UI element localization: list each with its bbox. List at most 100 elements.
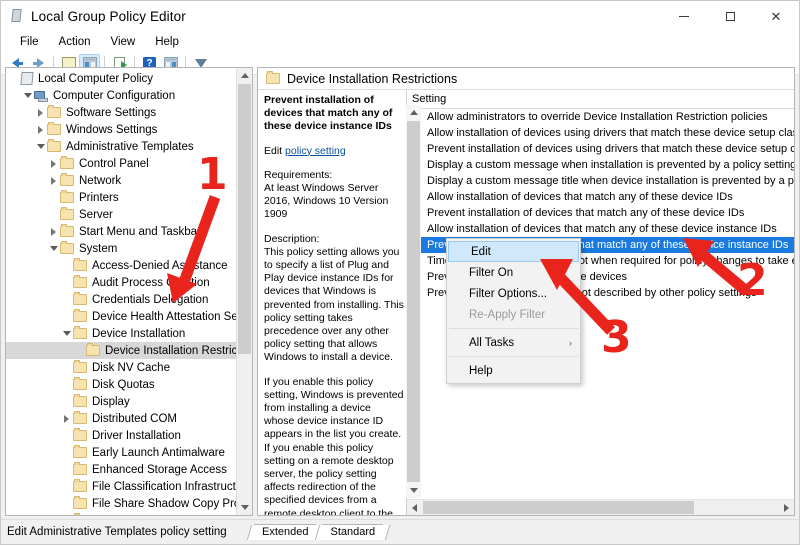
chevron-right-icon[interactable] [47, 172, 60, 189]
context-menu-item-label: Re-Apply Filter [469, 308, 546, 321]
context-menu-filter-options[interactable]: Filter Options... [447, 283, 580, 304]
tree-item-credentials-delegation[interactable]: Credentials Delegation [6, 291, 237, 308]
context-menu-filter-on[interactable]: Filter On [447, 262, 580, 283]
tree-item-early-launch-antimalware[interactable]: Early Launch Antimalware [6, 444, 237, 461]
tree-item-computer-configuration[interactable]: Computer Configuration [6, 87, 237, 104]
settings-row[interactable]: Allow administrators to override Device … [407, 109, 794, 125]
description-paragraph-1: This policy setting allows you to specif… [264, 245, 404, 364]
requirements-label: Requirements: [264, 168, 333, 181]
scroll-right-icon[interactable] [779, 500, 794, 515]
window-controls: ✕ [661, 1, 799, 31]
chevron-right-icon[interactable] [34, 104, 47, 121]
tree-item-label: Windows Settings [66, 123, 158, 136]
settings-horizontal-scrollbar[interactable] [407, 499, 794, 515]
tree-item-device-installation[interactable]: Device Installation [6, 325, 237, 342]
status-bar: Edit Administrative Templates policy set… [1, 519, 799, 544]
chevron-right-icon[interactable] [34, 121, 47, 138]
maximize-button[interactable] [707, 1, 753, 31]
chevron-down-icon[interactable] [47, 240, 60, 257]
tree-item-label: Device Health Attestation Service [92, 310, 237, 323]
settings-row[interactable]: Prevent installation of devices that mat… [407, 205, 794, 221]
folder-icon [73, 428, 87, 441]
console-tree-pane: Local Computer Policy Computer Configurat… [5, 67, 253, 516]
context-menu-item-label: All Tasks [469, 336, 515, 349]
chevron-right-icon[interactable] [60, 410, 73, 427]
context-menu[interactable]: Edit Filter On Filter Options... Re-Apply F… [446, 238, 581, 384]
context-menu-edit[interactable]: Edit [448, 241, 579, 262]
settings-row-label: Prevent installation of devices that mat… [427, 207, 745, 219]
tree-vertical-scrollbar[interactable] [236, 68, 252, 515]
context-menu-help[interactable]: Help [447, 360, 580, 381]
settings-row[interactable]: Display a custom message when installati… [407, 157, 794, 173]
tree-item-enhanced-storage-access[interactable]: Enhanced Storage Access [6, 461, 237, 478]
menu-help[interactable]: Help [146, 34, 188, 50]
minimize-button[interactable] [661, 1, 707, 31]
scroll-up-icon[interactable] [237, 68, 252, 83]
close-button[interactable]: ✕ [753, 1, 799, 31]
tree-item-disk-quotas[interactable]: Disk Quotas [6, 376, 237, 393]
settings-column-header[interactable]: Setting [407, 90, 794, 109]
tree-item-disk-nv-cache[interactable]: Disk NV Cache [6, 359, 237, 376]
tree-item-driver-installation[interactable]: Driver Installation [6, 427, 237, 444]
tree-item-label: Early Launch Antimalware [92, 446, 225, 459]
settings-row[interactable]: Display a custom message title when devi… [407, 173, 794, 189]
scroll-down-icon[interactable] [406, 483, 421, 498]
edit-policy-setting-link[interactable]: policy setting [285, 145, 346, 157]
policy-description-title: Prevent installation of devices that mat… [264, 94, 393, 133]
folder-icon [47, 122, 61, 135]
scroll-left-icon[interactable] [407, 500, 422, 515]
chevron-down-icon[interactable] [21, 87, 34, 104]
tree-scroll-thumb[interactable] [238, 84, 251, 354]
description-scroll-thumb[interactable] [407, 121, 420, 482]
settings-row[interactable]: Allow installation of devices that match… [407, 189, 794, 205]
menu-action[interactable]: Action [50, 34, 100, 50]
tree-item-display[interactable]: Display [6, 393, 237, 410]
settings-row[interactable]: Prevent installation of devices using dr… [407, 141, 794, 157]
chevron-right-icon[interactable] [47, 223, 60, 240]
scroll-down-icon[interactable] [237, 500, 252, 515]
menu-file[interactable]: File [11, 34, 48, 50]
settings-row[interactable]: Allow installation of devices using driv… [407, 125, 794, 141]
tab-extended[interactable]: Extended [246, 524, 324, 540]
tree-item-filesystem[interactable]: Filesystem [6, 512, 237, 515]
folder-icon [60, 241, 74, 254]
chevron-right-icon[interactable] [60, 512, 73, 515]
folder-icon [47, 105, 61, 118]
tree-item-audit-process-creation[interactable]: Audit Process Creation [6, 274, 237, 291]
tree-item-access-denied-assistance[interactable]: Access-Denied Assistance [6, 257, 237, 274]
tree-item-file-classification-infrastructure[interactable]: File Classification Infrastructure [6, 478, 237, 495]
tree-item-local-computer-policy[interactable]: Local Computer Policy [6, 70, 237, 87]
settings-scroll-thumb[interactable] [423, 501, 694, 514]
console-tree[interactable]: Local Computer Policy Computer Configurat… [6, 68, 237, 515]
scroll-up-icon[interactable] [406, 105, 421, 120]
tree-item-windows-settings[interactable]: Windows Settings [6, 121, 237, 138]
menu-view[interactable]: View [102, 34, 145, 50]
tree-item-device-installation-restrictions[interactable]: Device Installation Restrictions [6, 342, 237, 359]
folder-icon [60, 173, 74, 186]
tree-item-software-settings[interactable]: Software Settings [6, 104, 237, 121]
tree-item-start-menu-and-taskbar[interactable]: Start Menu and Taskbar [6, 223, 237, 240]
context-menu-separator [449, 356, 578, 357]
context-menu-re-apply-filter: Re-Apply Filter [447, 304, 580, 325]
tree-item-device-health-attestation-service[interactable]: Device Health Attestation Service [6, 308, 237, 325]
settings-row[interactable]: Allow installation of devices that match… [407, 221, 794, 237]
folder-icon [73, 275, 87, 288]
description-vertical-scrollbar[interactable] [406, 105, 421, 498]
chevron-right-icon[interactable] [47, 155, 60, 172]
tree-item-server[interactable]: Server [6, 206, 237, 223]
tree-item-label: File Classification Infrastructure [92, 480, 237, 493]
chevron-down-icon[interactable] [34, 138, 47, 155]
tree-item-distributed-com[interactable]: Distributed COM [6, 410, 237, 427]
context-menu-all-tasks[interactable]: All Tasks › [447, 332, 580, 353]
tree-item-label: Credentials Delegation [92, 293, 209, 306]
folder-icon [73, 360, 87, 373]
tab-standard[interactable]: Standard [315, 524, 391, 540]
tree-item-system[interactable]: System [6, 240, 237, 257]
chevron-down-icon[interactable] [60, 325, 73, 342]
tree-item-file-share-shadow-copy-provider[interactable]: File Share Shadow Copy Provider [6, 495, 237, 512]
policy-editor-icon [10, 9, 24, 23]
